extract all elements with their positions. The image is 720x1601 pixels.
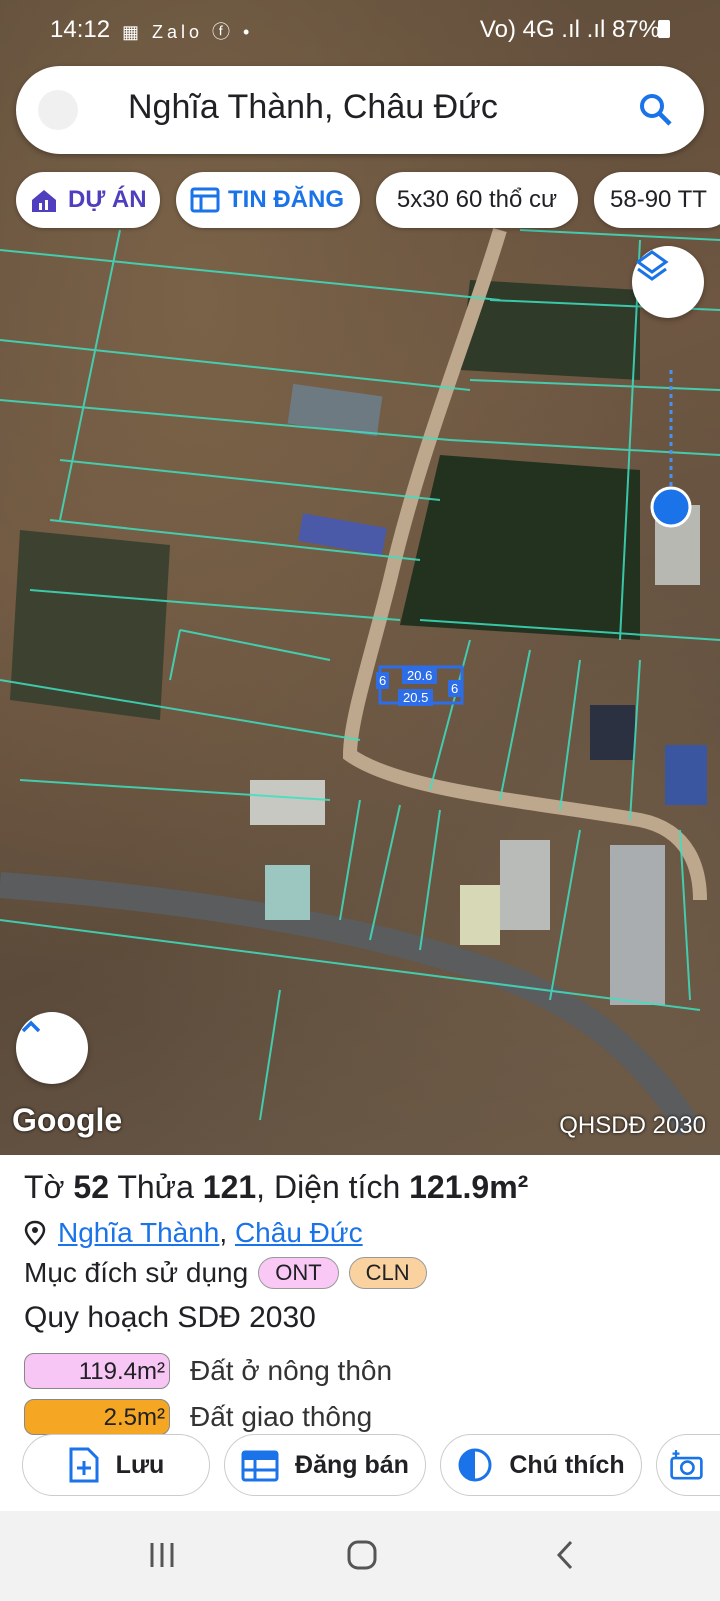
my-location-dot [650, 486, 692, 528]
contrast-icon [458, 1448, 492, 1482]
filter-chips: DỰ ÁN TIN ĐĂNG 5x30 60 thổ cư 58-90 TT [16, 172, 720, 228]
sell-button[interactable]: Đăng bán [224, 1434, 426, 1496]
building [500, 840, 550, 930]
chip-label: 58-90 TT [610, 186, 707, 213]
plan-area: 2.5m² [24, 1399, 170, 1435]
file-add-icon [69, 1447, 99, 1483]
area-prefix: , Diện tích [256, 1169, 401, 1205]
chip-filter-1[interactable]: 5x30 60 thổ cư [376, 172, 578, 228]
purpose-tag-cln: CLN [348, 1257, 427, 1289]
back-button[interactable] [550, 1539, 582, 1576]
save-button[interactable]: Lưu [22, 1434, 210, 1496]
crop-field [400, 455, 640, 640]
plan-title: Quy hoạch SDĐ 2030 [24, 1301, 316, 1334]
back-icon [556, 1540, 573, 1570]
plot-prefix: Thửa [117, 1169, 194, 1205]
plan-label: Đất ở nông thôn [190, 1355, 393, 1386]
chevron-up-icon [21, 1020, 41, 1033]
orchard [10, 530, 170, 720]
parcel-dim-bottom: 20.5 [398, 689, 434, 706]
battery-icon [658, 20, 670, 38]
layer-label: QHSDĐ 2030 [559, 1112, 706, 1139]
chip-label: 5x30 60 thổ cư [396, 186, 558, 213]
add-photo-icon [670, 1450, 703, 1480]
parcel-dim-left: 6 [376, 672, 390, 689]
purpose-tag-ont: ONT [258, 1257, 339, 1289]
map-attribution: Google [12, 1102, 123, 1138]
chip-filter-2[interactable]: 58-90 TT [594, 172, 720, 228]
building [287, 383, 383, 437]
plan-item: 2.5m² Đất giao thông [24, 1397, 372, 1437]
plan-item: 119.4m² Đất ở nông thôn [24, 1351, 392, 1391]
layers-icon [635, 250, 669, 281]
building [590, 705, 635, 760]
search-icon[interactable] [636, 90, 676, 130]
avatar[interactable] [38, 90, 78, 130]
building [665, 745, 707, 805]
building [250, 780, 325, 825]
home-icon [347, 1540, 377, 1570]
home-button[interactable] [346, 1539, 378, 1576]
building [610, 845, 665, 1005]
chip-tin-dang[interactable]: TIN ĐĂNG [176, 172, 360, 228]
parcel-dim-right: 6 [448, 680, 462, 697]
location-row: Nghĩa Thành, Châu Đức [24, 1217, 363, 1249]
system-nav-bar [0, 1511, 720, 1601]
add-photo-button[interactable] [656, 1434, 720, 1496]
expand-button[interactable] [16, 1012, 88, 1084]
house-chart-icon [32, 190, 56, 212]
button-label: Lưu [115, 1450, 165, 1479]
recents-icon [150, 1543, 174, 1567]
calendar-icon [241, 1450, 279, 1482]
search-input[interactable]: Nghĩa Thành, Châu Đức [128, 88, 498, 127]
notification-icons: ▦ Zalo ⓕ • [122, 22, 254, 42]
search-bar[interactable]: Nghĩa Thành, Châu Đức [16, 66, 704, 154]
tree-area [460, 280, 640, 380]
status-right: Vo) 4G .ıl .ıl 87% [479, 16, 660, 43]
building [265, 865, 310, 920]
location-separator: , [219, 1217, 228, 1248]
parcel-dim-top: 20.6 [402, 667, 438, 684]
building [460, 885, 500, 945]
chip-du-an[interactable]: DỰ ÁN [16, 172, 160, 228]
legend-button[interactable]: Chú thích [440, 1434, 642, 1496]
button-label: Chú thích [509, 1450, 625, 1479]
purpose-row: Mục đích sử dụng ONT CLN [24, 1257, 427, 1289]
action-bar: Lưu Đăng bán Chú thích [0, 1434, 720, 1498]
location-link-district[interactable]: Châu Đức [235, 1217, 363, 1249]
plan-area: 119.4m² [24, 1353, 170, 1389]
location-link-ward[interactable]: Nghĩa Thành [58, 1217, 219, 1249]
plot-number: 121 [202, 1169, 257, 1205]
status-time: 14:12 [50, 16, 111, 43]
chip-label: TIN ĐĂNG [228, 186, 344, 213]
sheet-prefix: Tờ [24, 1169, 65, 1205]
location-pin-icon [24, 1220, 46, 1246]
area-value: 121.9m² [409, 1169, 529, 1205]
listing-icon [190, 187, 220, 213]
plan-label: Đất giao thông [190, 1401, 373, 1432]
button-label: Đăng bán [295, 1450, 409, 1479]
sheet-number: 52 [73, 1169, 110, 1205]
chip-label: DỰ ÁN [68, 186, 147, 213]
recents-button[interactable] [146, 1539, 178, 1576]
main-road [0, 872, 702, 1137]
status-bar: 14:12 ▦ Zalo ⓕ • Vo) 4G .ıl .ıl 87% [0, 0, 720, 58]
layers-button[interactable] [632, 246, 704, 318]
purpose-label: Mục đích sử dụng [24, 1257, 249, 1288]
parcel-title: Tờ 52 Thửa 121, Diện tích 121.9m² [24, 1169, 528, 1206]
